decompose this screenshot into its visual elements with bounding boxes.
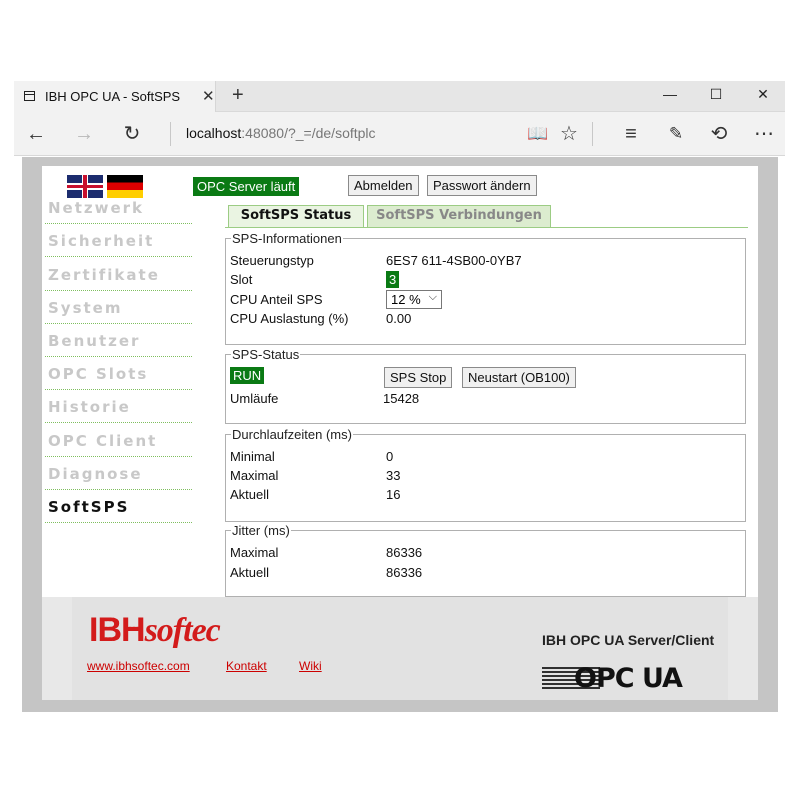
current-label: Aktuell xyxy=(230,487,270,502)
cpu-load-value: 0.00 xyxy=(386,311,412,326)
jitter-max-value: 86336 xyxy=(386,545,423,560)
reading-view-icon[interactable]: 📖 xyxy=(526,122,550,146)
sps-status-legend: SPS-Status xyxy=(231,347,301,362)
controller-type-label: Steuerungstyp xyxy=(230,253,314,268)
ibh-softec-logo: IBHsoftec xyxy=(89,611,221,649)
cpu-share-label: CPU Anteil SPS xyxy=(230,292,323,307)
close-tab-icon[interactable]: ✕ xyxy=(202,87,215,105)
tab-softsps-verbindungen[interactable]: SoftSPS Verbindungen xyxy=(367,205,551,227)
sidebar-item-historie[interactable]: Historie xyxy=(45,390,192,423)
cycle-times-group: Durchlaufzeiten (ms) Minimal 0 Maximal 3… xyxy=(225,427,746,522)
product-name: IBH OPC UA Server/Client xyxy=(542,632,715,648)
maximize-icon[interactable]: ☐ xyxy=(706,86,726,103)
chevron-down-icon: ⌵ xyxy=(428,291,437,303)
min-label: Minimal xyxy=(230,449,275,464)
sps-status-group: SPS-Status RUN SPS Stop Neustart (OB100)… xyxy=(225,347,746,424)
browser-tab[interactable]: IBH OPC UA - SoftSPS ✕ xyxy=(14,81,216,112)
browser-tab-title: IBH OPC UA - SoftSPS xyxy=(45,89,181,104)
min-value: 0 xyxy=(386,449,394,464)
browser-tab-bar: IBH OPC UA - SoftSPS ✕ + — ☐ ✕ xyxy=(14,81,785,112)
contact-link[interactable]: Kontakt xyxy=(226,659,267,673)
favorite-star-icon[interactable]: ☆ xyxy=(557,122,581,146)
web-note-icon[interactable]: ✎ xyxy=(664,122,688,146)
sidebar-item-system[interactable]: System xyxy=(45,291,192,324)
share-icon[interactable]: ⟲ xyxy=(707,122,731,146)
cycles-value: 15428 xyxy=(383,391,420,406)
jitter-legend: Jitter (ms) xyxy=(231,523,291,538)
logout-button[interactable]: Abmelden xyxy=(348,175,419,196)
jitter-current-value: 86336 xyxy=(386,565,423,580)
sidebar-item-benutzer[interactable]: Benutzer xyxy=(45,324,192,357)
jitter-group: Jitter (ms) Maximal 86336 Aktuell 86336 xyxy=(225,523,746,597)
sps-info-legend: SPS-Informationen xyxy=(231,231,343,246)
sidebar-item-diagnose[interactable]: Diagnose xyxy=(45,457,192,490)
slot-label: Slot xyxy=(230,272,253,287)
sps-stop-button[interactable]: SPS Stop xyxy=(384,367,453,388)
cpu-load-label: CPU Auslastung (%) xyxy=(230,311,349,326)
jitter-max-label: Maximal xyxy=(230,545,279,560)
sidebar-item-netzwerk[interactable]: Netzwerk xyxy=(45,191,192,224)
page-content: OPC Server läuft Abmelden Passwort änder… xyxy=(42,166,758,700)
jitter-current-label: Aktuell xyxy=(230,565,270,580)
sidebar-item-softsps[interactable]: SoftSPS xyxy=(45,490,192,523)
url-field[interactable]: localhost:48080/?_=/de/softplc xyxy=(186,125,376,141)
sidebar-item-zertifikate[interactable]: Zertifikate xyxy=(45,258,192,291)
forward-icon[interactable]: → xyxy=(72,122,96,146)
run-status-badge: RUN xyxy=(230,367,265,384)
max-label: Maximal xyxy=(230,468,279,483)
page-icon xyxy=(24,91,35,101)
page-frame: OPC Server läuft Abmelden Passwort änder… xyxy=(22,157,778,712)
tab-softsps-status[interactable]: SoftSPS Status xyxy=(228,205,364,227)
sidebar-item-opc-client[interactable]: OPC Client xyxy=(45,424,192,457)
back-icon[interactable]: ← xyxy=(24,122,48,146)
sidebar-item-opc-slots[interactable]: OPC Slots xyxy=(45,357,192,390)
cycles-label: Umläufe xyxy=(230,391,279,406)
cpu-share-select[interactable]: 12 % ⌵ xyxy=(386,290,442,309)
server-status-badge: OPC Server läuft xyxy=(193,177,300,196)
max-value: 33 xyxy=(386,468,401,483)
footer: IBHsoftec www.ibhsoftec.com Kontakt Wiki… xyxy=(42,597,758,700)
restart-button[interactable]: Neustart (OB100) xyxy=(462,367,576,388)
current-value: 16 xyxy=(386,487,401,502)
sps-info-group: SPS-Informationen Steuerungstyp 6ES7 611… xyxy=(225,231,746,345)
change-password-button[interactable]: Passwort ändern xyxy=(427,175,537,196)
controller-type-value: 6ES7 611-4SB00-0YB7 xyxy=(386,253,522,268)
wiki-link[interactable]: Wiki xyxy=(299,659,322,673)
window-close-icon[interactable]: ✕ xyxy=(753,86,773,103)
opc-ua-logo: OPC UA xyxy=(542,663,706,694)
minimize-icon[interactable]: — xyxy=(660,86,680,102)
website-link[interactable]: www.ibhsoftec.com xyxy=(87,659,190,673)
sidebar-item-sicherheit[interactable]: Sicherheit xyxy=(45,224,192,257)
cycle-times-legend: Durchlaufzeiten (ms) xyxy=(231,427,353,442)
refresh-icon[interactable]: ↻ xyxy=(120,122,144,146)
browser-address-bar: ← → ↻ localhost:48080/?_=/de/softplc 📖 ☆… xyxy=(14,112,785,156)
more-icon[interactable]: ⋯ xyxy=(752,122,776,146)
new-tab-icon[interactable]: + xyxy=(232,84,244,107)
hub-icon[interactable]: ≡ xyxy=(619,122,643,146)
slot-value: 3 xyxy=(386,271,400,288)
